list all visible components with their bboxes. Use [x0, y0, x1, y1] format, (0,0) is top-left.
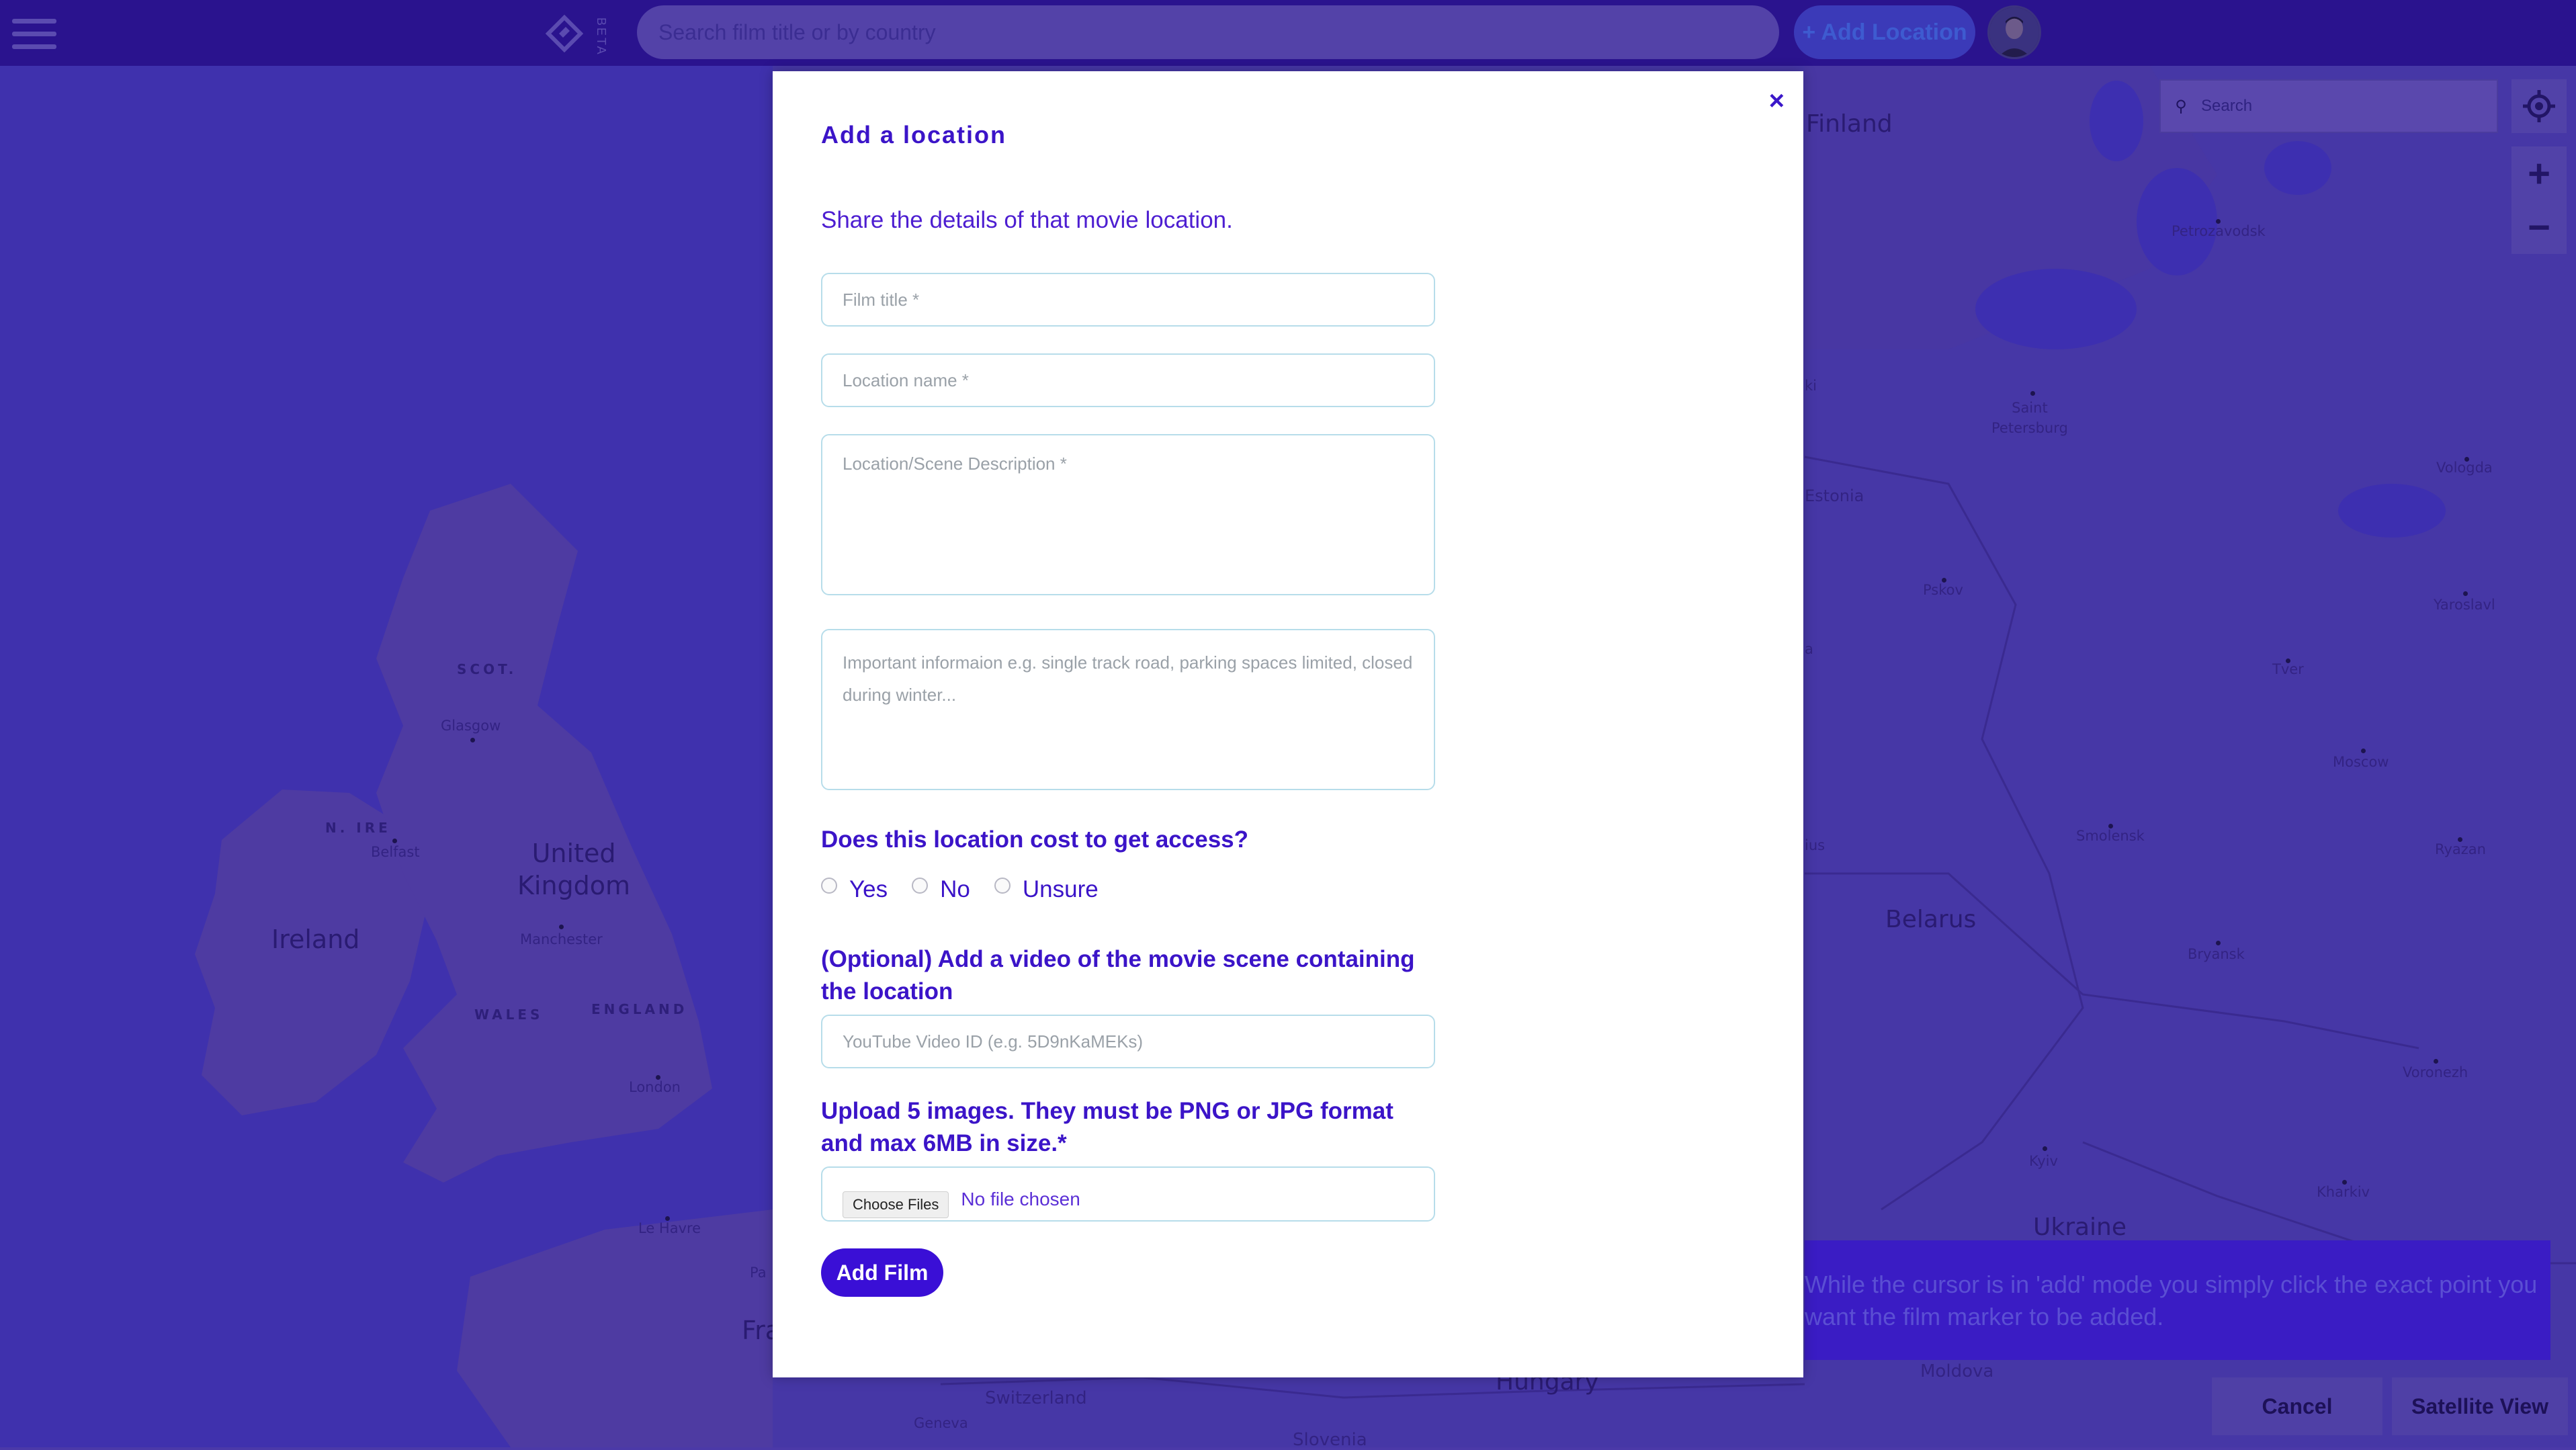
cost-option-yes[interactable]: Yes	[821, 876, 888, 903]
map-label-vologda: Vologda	[2436, 460, 2493, 476]
film-search-input[interactable]	[637, 5, 1779, 59]
map-label-tver: Tver	[2272, 661, 2304, 677]
map-label-belfast: Belfast	[371, 844, 420, 860]
map-label-london: London	[629, 1079, 681, 1095]
modal-title: Add a location	[821, 121, 1007, 148]
add-location-button[interactable]: + Add Location	[1794, 5, 1975, 59]
map-label-england: ENGLAND	[591, 1001, 688, 1017]
radio-circle[interactable]	[821, 878, 837, 894]
map-label-voronezh: Voronezh	[2403, 1064, 2468, 1080]
map-label-moldova: Moldova	[1920, 1361, 1994, 1381]
map-label-pskov: Pskov	[1923, 582, 1963, 598]
map-label-n-ire: N. IRE	[325, 820, 391, 836]
close-icon[interactable]: ×	[1769, 86, 1785, 116]
map-label-switzerland: Switzerland	[985, 1388, 1087, 1408]
video-question: (Optional) Add a video of the movie scen…	[821, 946, 1415, 1005]
add-mode-hint: While the cursor is in 'add' mode you si…	[1805, 1240, 2550, 1360]
map-label-ius: ius	[1805, 837, 1826, 853]
cost-option-label: No	[940, 876, 970, 902]
map-label-kyiv: Kyiv	[2029, 1153, 2058, 1169]
map-label-pa: Pa	[750, 1265, 767, 1281]
important-info-textarea[interactable]	[821, 629, 1435, 790]
app-logo-icon[interactable]	[546, 15, 583, 52]
cost-option-unsure[interactable]: Unsure	[994, 876, 1099, 903]
user-avatar[interactable]	[1987, 5, 2041, 59]
map-label-moscow: Moscow	[2333, 754, 2389, 770]
crosshair-icon	[2523, 90, 2555, 122]
locate-me-button[interactable]	[2511, 79, 2567, 133]
add-location-modal: × Add a location Share the details of th…	[773, 71, 1803, 1377]
youtube-id-input[interactable]	[821, 1015, 1435, 1068]
map-label-estonia: Estonia	[1805, 486, 1864, 505]
film-title-input[interactable]	[821, 273, 1435, 327]
map-label-geneva: Geneva	[914, 1415, 968, 1431]
map-label-belarus: Belarus	[1885, 906, 1977, 933]
map-label-saint-petersburg: Saint Petersburg	[1991, 400, 2068, 436]
map-label-finland: Finland	[1806, 110, 1893, 138]
map-label-wales: WALES	[474, 1007, 544, 1023]
map-label-smolensk: Smolensk	[2076, 828, 2145, 844]
zoom-out-button[interactable]: −	[2511, 200, 2567, 254]
beta-badge: BETA	[595, 17, 608, 56]
menu-icon[interactable]	[12, 19, 56, 50]
cost-radio-group: Yes No Unsure	[821, 876, 1123, 903]
cost-question: Does this location cost to get access?	[821, 826, 1248, 853]
cost-option-label: Yes	[849, 876, 888, 902]
user-photo-icon	[1989, 7, 2039, 57]
scene-description-textarea[interactable]	[821, 434, 1435, 595]
radio-circle[interactable]	[994, 878, 1011, 894]
no-file-label: No file chosen	[961, 1189, 1080, 1209]
image-upload-field: Choose Files No file chosen	[821, 1166, 1435, 1222]
map-label-ireland: Ireland	[271, 925, 360, 954]
map-label-a-frag: a	[1805, 641, 1813, 657]
map-label-ki: ki	[1805, 378, 1817, 394]
map-label-yaroslavl: Yaroslavl	[2434, 597, 2495, 613]
cost-option-label: Unsure	[1022, 876, 1099, 902]
map-label-ukraine: Ukraine	[2033, 1213, 2127, 1241]
cancel-button[interactable]: Cancel	[2212, 1377, 2382, 1435]
map-label-ryazan: Ryazan	[2435, 841, 2486, 857]
choose-files-button[interactable]: Choose Files	[843, 1191, 949, 1218]
search-icon: ⚲	[2175, 97, 2187, 116]
map-search-box[interactable]: ⚲ Search	[2159, 79, 2498, 133]
map-label-scot: SCOT.	[457, 661, 517, 677]
map-label-manchester: Manchester	[520, 931, 603, 947]
map-search-placeholder: Search	[2201, 97, 2253, 115]
top-bar: BETA + Add Location	[0, 0, 2576, 66]
radio-circle[interactable]	[912, 878, 929, 894]
zoom-in-button[interactable]: +	[2511, 146, 2567, 200]
map-label-united-kingdom: United Kingdom	[517, 839, 631, 900]
map-label-glasgow: Glasgow	[441, 718, 501, 734]
upload-question: Upload 5 images. They must be PNG or JPG…	[821, 1098, 1393, 1156]
satellite-view-button[interactable]: Satellite View	[2392, 1377, 2568, 1435]
modal-subtitle: Share the details of that movie location…	[821, 207, 1233, 233]
add-film-button[interactable]: Add Film	[821, 1248, 943, 1297]
map-label-bryansk: Bryansk	[2188, 946, 2245, 962]
cost-option-no[interactable]: No	[912, 876, 970, 903]
map-label-petrozavodsk: Petrozavodsk	[2172, 223, 2266, 239]
map-label-le-havre: Le Havre	[638, 1220, 701, 1236]
map-label-kharkiv: Kharkiv	[2317, 1184, 2370, 1200]
location-name-input[interactable]	[821, 353, 1435, 407]
